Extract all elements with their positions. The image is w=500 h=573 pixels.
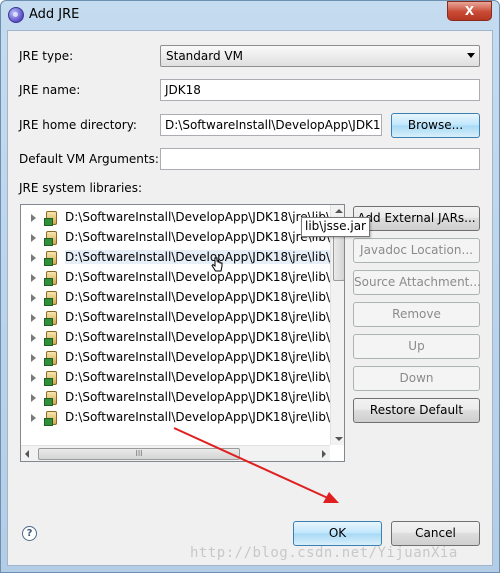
annotation-arrow: [173, 427, 339, 503]
